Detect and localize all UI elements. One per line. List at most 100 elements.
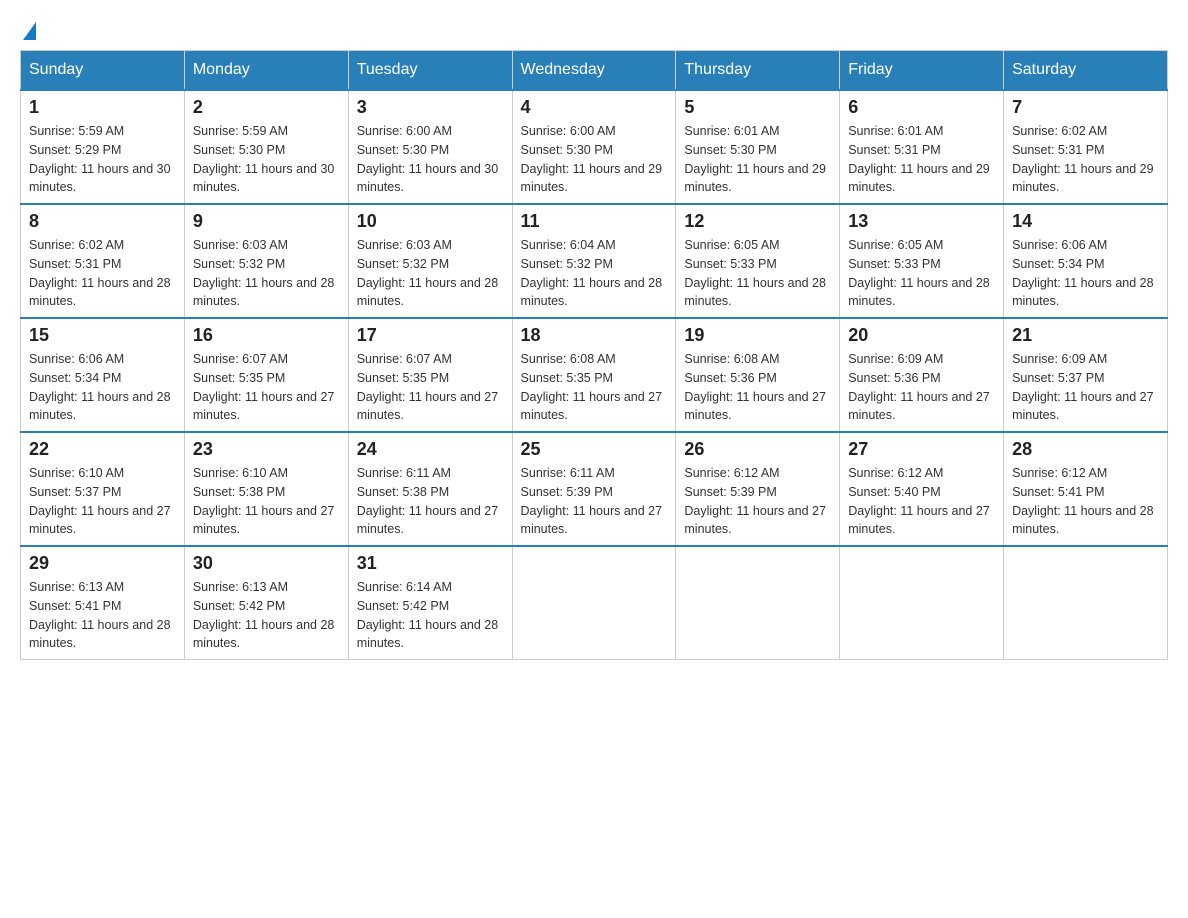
day-info: Sunrise: 6:01 AMSunset: 5:30 PMDaylight:… bbox=[684, 122, 831, 197]
calendar-cell: 5 Sunrise: 6:01 AMSunset: 5:30 PMDaylight… bbox=[676, 90, 840, 204]
day-number: 10 bbox=[357, 211, 504, 232]
calendar-cell: 14 Sunrise: 6:06 AMSunset: 5:34 PMDayligh… bbox=[1004, 204, 1168, 318]
day-number: 8 bbox=[29, 211, 176, 232]
day-number: 13 bbox=[848, 211, 995, 232]
calendar-cell: 16Sunrise: 6:07 AMSunset: 5:35 PMDayligh… bbox=[184, 318, 348, 432]
day-info: Sunrise: 5:59 AMSunset: 5:29 PMDaylight:… bbox=[29, 122, 176, 197]
calendar-cell: 20Sunrise: 6:09 AMSunset: 5:36 PMDayligh… bbox=[840, 318, 1004, 432]
day-info: Sunrise: 6:01 AMSunset: 5:31 PMDaylight:… bbox=[848, 122, 995, 197]
calendar-cell: 30 Sunrise: 6:13 AMSunset: 5:42 PMDayligh… bbox=[184, 546, 348, 660]
day-number: 26 bbox=[684, 439, 831, 460]
calendar-cell: 2 Sunrise: 5:59 AMSunset: 5:30 PMDaylight… bbox=[184, 90, 348, 204]
day-info: Sunrise: 6:04 AMSunset: 5:32 PMDaylight:… bbox=[521, 236, 668, 311]
calendar-cell: 12 Sunrise: 6:05 AMSunset: 5:33 PMDayligh… bbox=[676, 204, 840, 318]
calendar-cell: 27Sunrise: 6:12 AMSunset: 5:40 PMDayligh… bbox=[840, 432, 1004, 546]
day-info: Sunrise: 5:59 AMSunset: 5:30 PMDaylight:… bbox=[193, 122, 340, 197]
day-info: Sunrise: 6:11 AMSunset: 5:39 PMDaylight:… bbox=[521, 464, 668, 539]
day-info: Sunrise: 6:07 AMSunset: 5:35 PMDaylight:… bbox=[357, 350, 504, 425]
day-info: Sunrise: 6:02 AMSunset: 5:31 PMDaylight:… bbox=[1012, 122, 1159, 197]
day-number: 23 bbox=[193, 439, 340, 460]
day-info: Sunrise: 6:06 AMSunset: 5:34 PMDaylight:… bbox=[1012, 236, 1159, 311]
calendar-cell: 21 Sunrise: 6:09 AMSunset: 5:37 PMDayligh… bbox=[1004, 318, 1168, 432]
calendar-cell: 29 Sunrise: 6:13 AMSunset: 5:41 PMDayligh… bbox=[21, 546, 185, 660]
calendar-cell: 8 Sunrise: 6:02 AMSunset: 5:31 PMDaylight… bbox=[21, 204, 185, 318]
day-number: 15 bbox=[29, 325, 176, 346]
day-number: 2 bbox=[193, 97, 340, 118]
day-info: Sunrise: 6:08 AMSunset: 5:36 PMDaylight:… bbox=[684, 350, 831, 425]
week-row-3: 15 Sunrise: 6:06 AMSunset: 5:34 PMDayligh… bbox=[21, 318, 1168, 432]
day-number: 31 bbox=[357, 553, 504, 574]
day-number: 14 bbox=[1012, 211, 1159, 232]
calendar-header-row: SundayMondayTuesdayWednesdayThursdayFrid… bbox=[21, 51, 1168, 91]
day-info: Sunrise: 6:10 AMSunset: 5:37 PMDaylight:… bbox=[29, 464, 176, 539]
day-info: Sunrise: 6:13 AMSunset: 5:41 PMDaylight:… bbox=[29, 578, 176, 653]
day-info: Sunrise: 6:07 AMSunset: 5:35 PMDaylight:… bbox=[193, 350, 340, 425]
day-number: 1 bbox=[29, 97, 176, 118]
day-header-sunday: Sunday bbox=[21, 51, 185, 91]
day-number: 21 bbox=[1012, 325, 1159, 346]
week-row-4: 22 Sunrise: 6:10 AMSunset: 5:37 PMDayligh… bbox=[21, 432, 1168, 546]
week-row-2: 8 Sunrise: 6:02 AMSunset: 5:31 PMDaylight… bbox=[21, 204, 1168, 318]
day-info: Sunrise: 6:06 AMSunset: 5:34 PMDaylight:… bbox=[29, 350, 176, 425]
day-number: 11 bbox=[521, 211, 668, 232]
day-header-wednesday: Wednesday bbox=[512, 51, 676, 91]
day-info: Sunrise: 6:05 AMSunset: 5:33 PMDaylight:… bbox=[848, 236, 995, 311]
calendar-cell bbox=[512, 546, 676, 660]
calendar-cell: 23Sunrise: 6:10 AMSunset: 5:38 PMDayligh… bbox=[184, 432, 348, 546]
calendar-cell: 4Sunrise: 6:00 AMSunset: 5:30 PMDaylight… bbox=[512, 90, 676, 204]
page-header bbox=[20, 20, 1168, 40]
day-info: Sunrise: 6:08 AMSunset: 5:35 PMDaylight:… bbox=[521, 350, 668, 425]
week-row-1: 1 Sunrise: 5:59 AMSunset: 5:29 PMDaylight… bbox=[21, 90, 1168, 204]
calendar-cell: 15 Sunrise: 6:06 AMSunset: 5:34 PMDayligh… bbox=[21, 318, 185, 432]
calendar-cell: 28 Sunrise: 6:12 AMSunset: 5:41 PMDayligh… bbox=[1004, 432, 1168, 546]
day-info: Sunrise: 6:03 AMSunset: 5:32 PMDaylight:… bbox=[357, 236, 504, 311]
calendar-cell: 6Sunrise: 6:01 AMSunset: 5:31 PMDaylight… bbox=[840, 90, 1004, 204]
logo bbox=[20, 20, 36, 40]
day-header-thursday: Thursday bbox=[676, 51, 840, 91]
day-number: 5 bbox=[684, 97, 831, 118]
day-number: 9 bbox=[193, 211, 340, 232]
day-info: Sunrise: 6:05 AMSunset: 5:33 PMDaylight:… bbox=[684, 236, 831, 311]
day-number: 20 bbox=[848, 325, 995, 346]
day-info: Sunrise: 6:00 AMSunset: 5:30 PMDaylight:… bbox=[357, 122, 504, 197]
day-header-friday: Friday bbox=[840, 51, 1004, 91]
calendar-cell bbox=[676, 546, 840, 660]
day-header-monday: Monday bbox=[184, 51, 348, 91]
day-number: 24 bbox=[357, 439, 504, 460]
calendar-cell: 9 Sunrise: 6:03 AMSunset: 5:32 PMDaylight… bbox=[184, 204, 348, 318]
day-header-tuesday: Tuesday bbox=[348, 51, 512, 91]
day-header-saturday: Saturday bbox=[1004, 51, 1168, 91]
week-row-5: 29 Sunrise: 6:13 AMSunset: 5:41 PMDayligh… bbox=[21, 546, 1168, 660]
day-number: 18 bbox=[521, 325, 668, 346]
calendar-cell bbox=[1004, 546, 1168, 660]
day-number: 27 bbox=[848, 439, 995, 460]
day-info: Sunrise: 6:09 AMSunset: 5:37 PMDaylight:… bbox=[1012, 350, 1159, 425]
day-info: Sunrise: 6:03 AMSunset: 5:32 PMDaylight:… bbox=[193, 236, 340, 311]
calendar-cell: 24 Sunrise: 6:11 AMSunset: 5:38 PMDayligh… bbox=[348, 432, 512, 546]
calendar-cell bbox=[840, 546, 1004, 660]
day-info: Sunrise: 6:02 AMSunset: 5:31 PMDaylight:… bbox=[29, 236, 176, 311]
calendar-cell: 13 Sunrise: 6:05 AMSunset: 5:33 PMDayligh… bbox=[840, 204, 1004, 318]
day-info: Sunrise: 6:11 AMSunset: 5:38 PMDaylight:… bbox=[357, 464, 504, 539]
day-info: Sunrise: 6:12 AMSunset: 5:41 PMDaylight:… bbox=[1012, 464, 1159, 539]
calendar-cell: 31 Sunrise: 6:14 AMSunset: 5:42 PMDayligh… bbox=[348, 546, 512, 660]
day-info: Sunrise: 6:12 AMSunset: 5:39 PMDaylight:… bbox=[684, 464, 831, 539]
day-number: 12 bbox=[684, 211, 831, 232]
calendar-cell: 26 Sunrise: 6:12 AMSunset: 5:39 PMDayligh… bbox=[676, 432, 840, 546]
day-info: Sunrise: 6:14 AMSunset: 5:42 PMDaylight:… bbox=[357, 578, 504, 653]
day-number: 19 bbox=[684, 325, 831, 346]
day-number: 22 bbox=[29, 439, 176, 460]
day-number: 17 bbox=[357, 325, 504, 346]
calendar-cell: 19 Sunrise: 6:08 AMSunset: 5:36 PMDayligh… bbox=[676, 318, 840, 432]
calendar-table: SundayMondayTuesdayWednesdayThursdayFrid… bbox=[20, 50, 1168, 660]
calendar-cell: 11 Sunrise: 6:04 AMSunset: 5:32 PMDayligh… bbox=[512, 204, 676, 318]
day-number: 28 bbox=[1012, 439, 1159, 460]
day-number: 25 bbox=[521, 439, 668, 460]
day-number: 29 bbox=[29, 553, 176, 574]
day-number: 30 bbox=[193, 553, 340, 574]
calendar-cell: 18 Sunrise: 6:08 AMSunset: 5:35 PMDayligh… bbox=[512, 318, 676, 432]
calendar-cell: 10 Sunrise: 6:03 AMSunset: 5:32 PMDayligh… bbox=[348, 204, 512, 318]
day-info: Sunrise: 6:00 AMSunset: 5:30 PMDaylight:… bbox=[521, 122, 668, 197]
calendar-cell: 3Sunrise: 6:00 AMSunset: 5:30 PMDaylight… bbox=[348, 90, 512, 204]
day-info: Sunrise: 6:13 AMSunset: 5:42 PMDaylight:… bbox=[193, 578, 340, 653]
